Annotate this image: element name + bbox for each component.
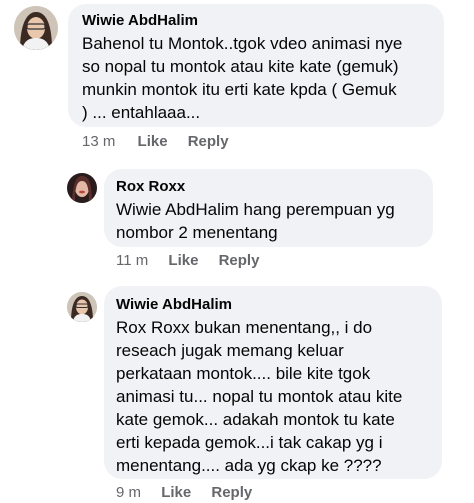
comment-author[interactable]: Rox Roxx: [116, 178, 185, 195]
comment-author[interactable]: Wiwie AbdHalim: [116, 296, 232, 313]
profile-photo-icon: [14, 6, 58, 50]
comment-actions: 9 m Like Reply: [116, 484, 252, 501]
comment-text: Rox Roxx bukan menentang,, i do reseach …: [116, 316, 402, 477]
profile-photo-icon: [67, 292, 97, 322]
comment-3: Wiwie AbdHalim Rox Roxx bukan menentang,…: [0, 275, 474, 503]
avatar[interactable]: [67, 292, 97, 322]
comment-actions: 13 m Like Reply: [82, 133, 229, 150]
comment-1: Wiwie AbdHalim Bahenol tu Montok..tgok v…: [0, 0, 474, 160]
comment-timestamp: 13 m: [82, 133, 116, 150]
comment-line: so nopal tu montok atau kite kate (gemuk…: [82, 57, 399, 76]
comment-line: Wiwie AbdHalim hang perempuan yg: [116, 200, 395, 219]
comment-line: nombor 2 menentang: [116, 223, 278, 242]
profile-photo-icon: [67, 173, 97, 203]
comment-timestamp: 11 m: [116, 252, 149, 269]
avatar[interactable]: [67, 173, 97, 203]
comment-actions: 11 m Like Reply: [116, 252, 259, 269]
comment-line: perkataan montok.... bile kite tgok: [116, 364, 371, 383]
like-button[interactable]: Like: [161, 484, 191, 501]
comment-line: Rox Roxx bukan menentang,, i do: [116, 318, 373, 337]
comment-author[interactable]: Wiwie AbdHalim: [82, 12, 198, 29]
comment-2: Rox Roxx Wiwie AbdHalim hang perempuan y…: [0, 160, 474, 275]
comment-line: kate gemok... adakah montok tu kate: [116, 410, 395, 429]
like-button[interactable]: Like: [168, 252, 198, 269]
reply-button[interactable]: Reply: [211, 484, 252, 501]
comment-text: Bahenol tu Montok..tgok vdeo animasi nye…: [82, 32, 402, 124]
reply-button[interactable]: Reply: [188, 133, 229, 150]
reply-button[interactable]: Reply: [219, 252, 260, 269]
comment-text: Wiwie AbdHalim hang perempuan yg nombor …: [116, 198, 395, 244]
comment-line: reseach jugak memang keluar: [116, 341, 344, 360]
comment-line: animasi tu... nopal tu montok atau kite: [116, 387, 403, 406]
comment-line: ) ... entahlaaa...: [82, 103, 201, 122]
comment-line: erti kepada gemok...i tak cakap yg i: [116, 433, 383, 452]
comment-line: munkin montok itu erti kate kpda ( Gemuk: [82, 80, 397, 99]
comment-line: Bahenol tu Montok..tgok vdeo animasi nye: [82, 34, 403, 53]
like-button[interactable]: Like: [138, 133, 168, 150]
avatar[interactable]: [14, 6, 58, 50]
comment-timestamp: 9 m: [116, 484, 142, 501]
comment-line: menentang.... ada yg ckap ke ????: [116, 456, 382, 475]
